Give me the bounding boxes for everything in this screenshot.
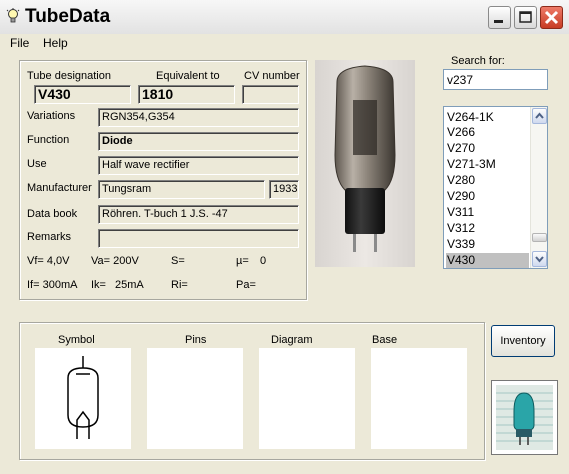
chevron-up-icon	[535, 112, 544, 119]
diagram-label: Diagram	[271, 334, 313, 346]
tube-photo-image	[334, 65, 396, 252]
menu-help[interactable]: Help	[43, 36, 68, 50]
pins-panel	[147, 348, 243, 449]
equivalent-label: Equivalent to	[156, 70, 220, 82]
window-title: TubeData	[25, 6, 111, 27]
databook-field[interactable]: Röhren. T-buch 1 J.S. -47	[98, 205, 299, 224]
list-item-selected[interactable]: V430	[446, 253, 529, 268]
list-item[interactable]: V311	[446, 205, 474, 220]
base-panel	[371, 348, 467, 449]
list-item[interactable]: V339	[446, 237, 475, 252]
cv-number-label: CV number	[244, 70, 300, 82]
symbol-panel	[35, 348, 131, 449]
scroll-up-button[interactable]	[532, 108, 547, 124]
list-item[interactable]: V280	[446, 173, 475, 188]
list-item[interactable]: V271-3M	[446, 157, 496, 172]
tube-photo	[315, 60, 415, 267]
scroll-down-button[interactable]	[532, 251, 547, 267]
search-input[interactable]	[443, 69, 548, 90]
list-item[interactable]: V264-1K	[446, 110, 494, 125]
scroll-thumb[interactable]	[532, 233, 547, 242]
manufacturer-field[interactable]: Tungsram	[98, 180, 265, 199]
databook-label: Data book	[27, 208, 78, 220]
tube-logo-icon	[496, 385, 553, 450]
manufacturer-label: Manufacturer	[27, 182, 92, 194]
title-bar: TubeData	[0, 0, 569, 35]
maximize-button[interactable]	[514, 6, 537, 29]
diode-tube-symbol-icon	[67, 356, 99, 439]
if-param: If= 300mA	[27, 279, 78, 291]
minimize-button[interactable]	[488, 6, 511, 29]
variations-field[interactable]: RGN354,G354	[98, 108, 299, 127]
list-item[interactable]: V270	[446, 141, 475, 156]
tube-list[interactable]: V264-1K V266 V270 V271-3M V280 V290 V311…	[443, 106, 548, 269]
function-field[interactable]: Diode	[98, 132, 299, 151]
minimize-icon	[494, 20, 503, 23]
pins-label: Pins	[185, 334, 207, 346]
list-scrollbar[interactable]	[530, 107, 547, 268]
list-item[interactable]: V290	[446, 189, 475, 204]
close-icon	[544, 10, 559, 25]
search-label: Search for:	[451, 55, 505, 67]
vf-param: Vf= 4,0V	[27, 255, 70, 267]
mu-value: 0	[260, 255, 267, 267]
use-field[interactable]: Half wave rectifier	[98, 156, 299, 175]
base-label: Base	[372, 334, 398, 346]
tube-designation-field[interactable]: V430	[34, 85, 131, 104]
inventory-button[interactable]: Inventory	[491, 325, 555, 357]
maximize-icon	[519, 11, 532, 23]
s-param: S=	[171, 255, 185, 267]
list-item[interactable]: V266	[446, 125, 475, 140]
variations-label: Variations	[27, 110, 76, 122]
ik-param: Ik=	[91, 279, 106, 291]
remarks-label: Remarks	[27, 231, 72, 243]
va-param: Va= 200V	[91, 255, 139, 267]
year-field[interactable]: 1933	[269, 180, 299, 199]
mu-param: µ=	[236, 255, 249, 267]
pa-param: Pa=	[236, 279, 256, 291]
close-button[interactable]	[540, 6, 563, 29]
cv-number-field[interactable]	[242, 85, 299, 104]
ri-param: Ri=	[171, 279, 188, 291]
function-label: Function	[27, 134, 70, 146]
app-logo	[491, 380, 558, 455]
equivalent-field[interactable]: 1810	[138, 85, 235, 104]
lightbulb-icon	[6, 8, 20, 23]
chevron-down-icon	[535, 256, 544, 263]
menu-bar: File Help	[0, 34, 569, 54]
tube-designation-label: Tube designation	[27, 70, 111, 82]
menu-file[interactable]: File	[10, 36, 29, 50]
use-label: Use	[27, 158, 47, 170]
symbol-label: Symbol	[58, 334, 95, 346]
diagram-panel	[259, 348, 355, 449]
list-item[interactable]: V312	[446, 221, 475, 236]
ik-value: 25mA	[115, 279, 144, 291]
remarks-field[interactable]	[98, 229, 299, 248]
